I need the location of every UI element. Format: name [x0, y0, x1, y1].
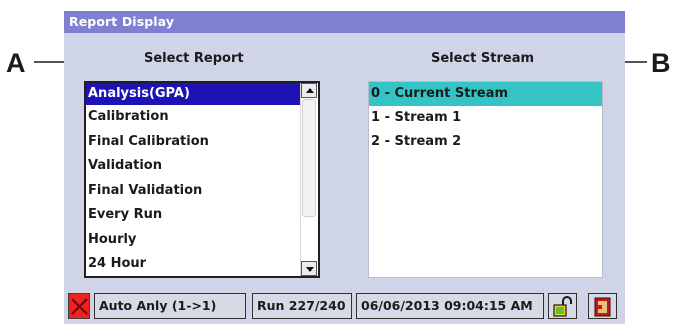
report-list-item[interactable]: Analysis(GPA)	[86, 83, 300, 105]
alarm-x-icon	[71, 298, 88, 315]
stream-list: 0 - Current Stream 1 - Stream 12 - Stream…	[369, 82, 602, 154]
alarm-indicator[interactable]	[68, 293, 90, 319]
report-list-item[interactable]: Hourly	[86, 228, 300, 253]
stream-list-item[interactable]: 2 - Stream 2	[369, 130, 602, 154]
report-list: Analysis(GPA) Calibration Final Calibratio…	[86, 83, 318, 276]
unlock-padlock-icon	[553, 296, 572, 317]
report-list-item[interactable]: Final Calibration	[86, 130, 300, 155]
report-scrollbar[interactable]	[300, 83, 318, 276]
report-display-window: Report Display Select Report Select Stre…	[64, 11, 625, 324]
status-bar: Auto Anly (1->1) Run 227/240 06/06/2013 …	[64, 293, 625, 324]
datetime-status: 06/06/2013 09:04:15 AM	[356, 293, 544, 319]
exit-door-icon	[594, 297, 611, 317]
report-listbox[interactable]: Analysis(GPA) Calibration Final Calibratio…	[84, 81, 320, 278]
window-titlebar: Report Display	[64, 11, 625, 33]
select-report-label: Select Report	[144, 51, 244, 66]
stream-list-item[interactable]: 0 - Current Stream	[369, 82, 602, 106]
run-status: Run 227/240	[252, 293, 352, 319]
lock-button[interactable]	[548, 293, 577, 319]
exit-button[interactable]	[588, 293, 617, 319]
report-list-item[interactable]: Final Validation	[86, 179, 300, 204]
report-list-item[interactable]: Every Run	[86, 203, 300, 228]
scroll-up-button[interactable]	[301, 83, 317, 98]
scroll-down-button[interactable]	[301, 261, 317, 276]
mode-status: Auto Anly (1->1)	[94, 293, 246, 319]
select-stream-label: Select Stream	[431, 51, 535, 66]
report-list-item[interactable]: 24 Hour	[86, 252, 300, 276]
report-list-item[interactable]: Validation	[86, 154, 300, 179]
stream-listbox[interactable]: 0 - Current Stream 1 - Stream 12 - Stream…	[368, 81, 603, 278]
report-list-item[interactable]: Calibration	[86, 105, 300, 130]
stream-list-item[interactable]: 1 - Stream 1	[369, 106, 602, 130]
scroll-thumb[interactable]	[302, 99, 316, 217]
